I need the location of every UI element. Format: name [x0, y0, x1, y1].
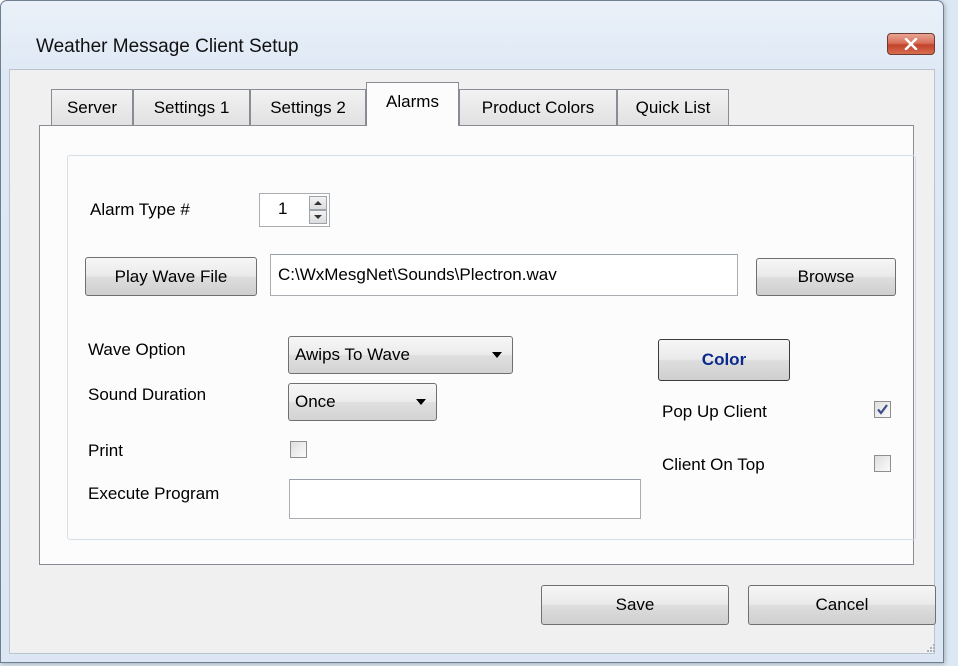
popup-client-label: Pop Up Client	[662, 402, 767, 421]
close-icon	[904, 38, 918, 50]
window-title: Weather Message Client Setup	[36, 36, 299, 57]
sound-duration-select[interactable]: Once	[288, 383, 437, 421]
alarm-type-spinner[interactable]: 1	[259, 193, 330, 227]
print-checkbox[interactable]	[290, 441, 307, 458]
client-on-top-checkbox[interactable]	[874, 455, 891, 472]
checkmark-icon	[877, 404, 888, 415]
play-wave-file-button[interactable]: Play Wave File	[85, 257, 257, 296]
alarm-type-label: Alarm Type #	[90, 200, 190, 219]
tab-label: Product Colors	[481, 97, 595, 117]
dropdown-arrow-icon	[416, 399, 426, 405]
spin-up-button[interactable]	[309, 196, 327, 210]
color-button[interactable]: Color	[658, 339, 790, 381]
chevron-up-icon	[314, 201, 322, 205]
tab-label: Quick List	[635, 97, 711, 117]
wave-file-path-input[interactable]: C:\WxMesgNet\Sounds\Plectron.wav	[270, 254, 738, 296]
tab-settings-2[interactable]: Settings 2	[250, 89, 366, 125]
tab-label: Server	[66, 97, 118, 117]
save-button[interactable]: Save	[541, 585, 729, 625]
wave-option-label: Wave Option	[88, 340, 186, 359]
tab-server[interactable]: Server	[51, 89, 133, 125]
tab-product-colors[interactable]: Product Colors	[459, 89, 617, 125]
tab-quick-list[interactable]: Quick List	[617, 89, 729, 125]
spin-down-button[interactable]	[309, 210, 327, 224]
tab-label: Settings 2	[270, 97, 346, 117]
tab-label: Settings 1	[153, 97, 230, 117]
close-button[interactable]	[887, 33, 935, 55]
popup-client-checkbox[interactable]	[874, 401, 891, 418]
color-button-label: Color	[701, 350, 747, 369]
chevron-down-icon	[314, 215, 322, 219]
alarm-type-value: 1	[278, 199, 288, 218]
sound-duration-label: Sound Duration	[88, 385, 207, 404]
execute-program-input[interactable]	[289, 479, 641, 519]
resize-grip-icon[interactable]	[924, 643, 936, 655]
tab-label: Alarms	[386, 92, 439, 111]
tab-settings-1[interactable]: Settings 1	[133, 89, 250, 125]
print-label: Print	[88, 441, 123, 460]
client-on-top-label: Client On Top	[662, 455, 765, 474]
tab-alarms[interactable]: Alarms	[366, 82, 459, 126]
dropdown-arrow-icon	[492, 352, 502, 358]
browse-button[interactable]: Browse	[756, 258, 896, 296]
sound-duration-value: Once	[295, 392, 336, 411]
cancel-button[interactable]: Cancel	[748, 585, 936, 625]
wave-option-select[interactable]: Awips To Wave	[288, 336, 513, 374]
execute-program-label: Execute Program	[88, 484, 220, 503]
wave-option-value: Awips To Wave	[295, 345, 410, 364]
